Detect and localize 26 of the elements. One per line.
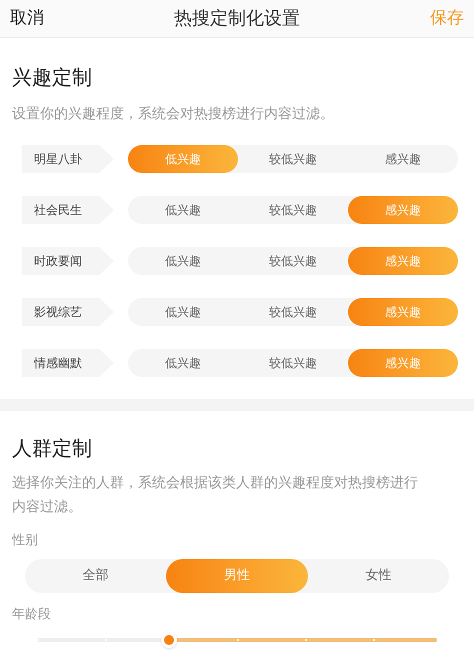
cancel-button[interactable]: 取消 <box>10 6 44 32</box>
option-segment[interactable]: 低兴趣 <box>128 298 238 326</box>
gender-label: 性别 <box>12 532 39 550</box>
category-tag: 影视综艺 <box>22 298 114 326</box>
category-tag: 时政要闻 <box>22 247 114 275</box>
option-segment[interactable]: 低兴趣 <box>128 247 238 275</box>
category-tag: 明星八卦 <box>22 145 114 173</box>
section-title: 兴趣定制 <box>12 64 93 91</box>
section-description: 设置你的兴趣程度，系统会对热搜榜进行内容过滤。 <box>12 105 335 124</box>
option-segment[interactable]: 全部 <box>25 558 166 592</box>
category-tag: 社会民生 <box>22 196 114 224</box>
option-segment[interactable]: 低兴趣 <box>128 349 238 377</box>
slider-thumb[interactable] <box>161 632 177 648</box>
option-segment[interactable]: 低兴趣 <box>128 196 238 224</box>
option-segment[interactable]: 较低兴趣 <box>238 145 348 173</box>
option-segment[interactable]: 较低兴趣 <box>238 247 348 275</box>
age-label: 年龄段 <box>12 606 52 624</box>
option-segment[interactable]: 女性 <box>308 558 449 592</box>
option-segment[interactable]: 感兴趣 <box>348 145 458 173</box>
section-description: 选择你关注的人群，系统会根据该类人群的兴趣程度对热搜榜进行内容过滤。 <box>12 474 419 517</box>
option-segment[interactable]: 较低兴趣 <box>238 349 348 377</box>
page-title: 热搜定制化设置 <box>174 7 300 31</box>
section-title: 人群定制 <box>12 435 93 462</box>
option-segment[interactable]: 较低兴趣 <box>238 298 348 326</box>
option-segment[interactable]: 较低兴趣 <box>238 196 348 224</box>
category-tag: 情感幽默 <box>22 349 114 377</box>
